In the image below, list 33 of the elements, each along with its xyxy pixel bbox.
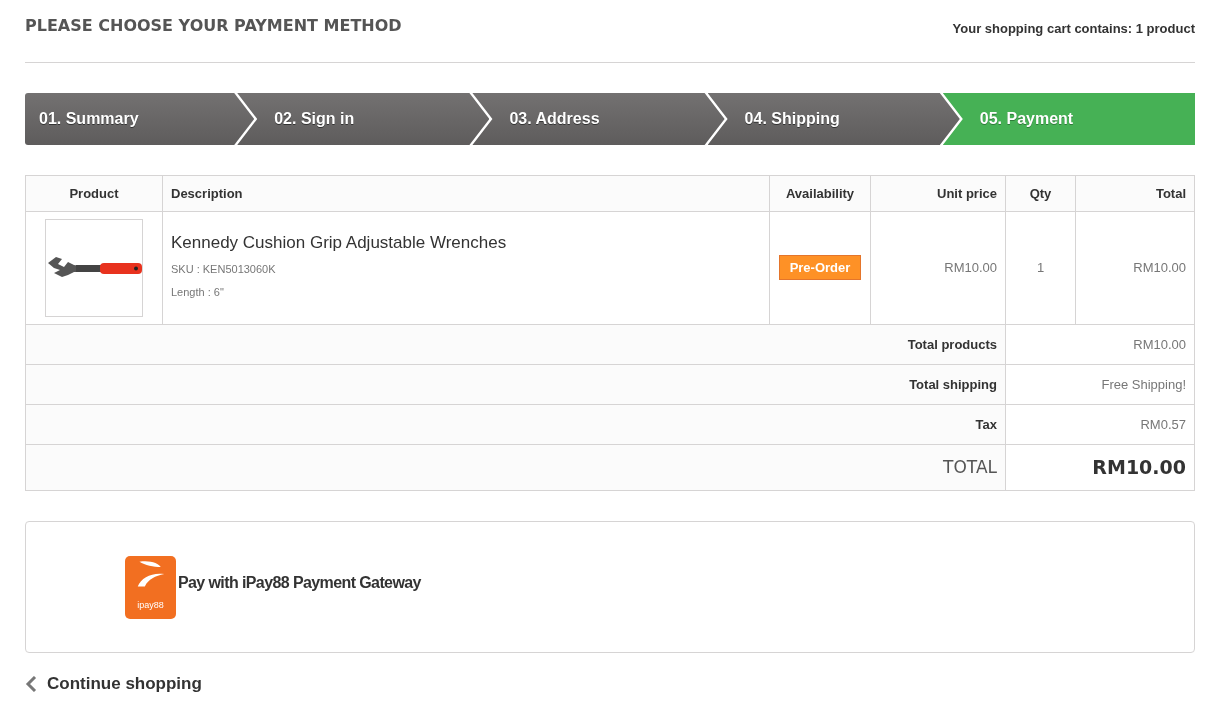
summary-value: RM0.57 [1005,404,1195,445]
step-tab[interactable]: 04. Shipping [707,93,960,145]
chevron-left-icon [25,675,37,692]
column-header: Availability [769,175,871,212]
step-tab[interactable]: 03. Address [472,93,725,145]
product-attribute: Length : 6" [171,284,225,300]
column-header: Qty [1005,175,1076,212]
column-header: Product [25,175,163,212]
availability-label: Pre-Order [778,255,862,281]
summary-label: Tax [25,404,1006,445]
product-thumbnail[interactable] [45,219,143,317]
grand-total-label: TOTAL [25,444,1006,491]
payment-option-label: Pay with iPay88 Payment Gateway [178,573,421,593]
quantity: 1 [1005,211,1076,325]
step-tab[interactable]: 01. Summary [25,93,255,145]
payment-option-card[interactable]: ipay88 Pay with iPay88 Payment Gateway [25,521,1195,653]
column-header: Unit price [870,175,1006,212]
product-name[interactable]: Kennedy Cushion Grip Adjustable Wrenches [171,229,761,256]
column-header: Description [162,175,770,212]
summary-label: Total products [25,324,1006,365]
step-tab[interactable]: 02. Sign in [237,93,490,145]
summary-label: Total shipping [25,364,1006,405]
logo-text: ipay88 [137,599,164,612]
grand-total-value: RM10.00 [1005,444,1195,491]
line-total: RM10.00 [1075,211,1195,325]
page-title: PLEASE CHOOSE YOUR PAYMENT METHOD [25,16,402,36]
column-header: Total [1075,175,1195,212]
unit-price: RM10.00 [870,211,1006,325]
cart-summary: Your shopping cart contains: 1 product [952,20,1195,38]
continue-shopping-link[interactable]: Continue shopping [25,671,1195,697]
summary-value: Free Shipping! [1005,364,1195,405]
summary-value: RM10.00 [1005,324,1195,365]
product-sku: SKU : KEN5013060K [171,262,277,278]
